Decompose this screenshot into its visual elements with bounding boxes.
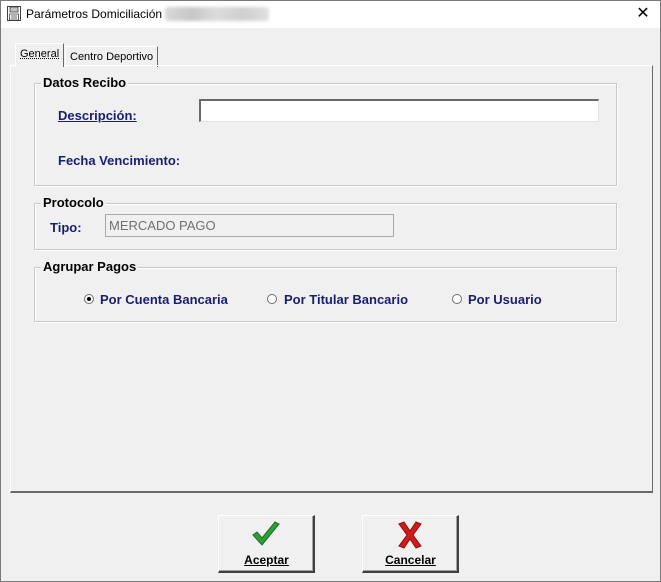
descripcion-input[interactable]	[199, 99, 599, 122]
radio-por-usuario-label[interactable]: Por Usuario	[468, 292, 542, 307]
radio-por-usuario[interactable]	[452, 294, 462, 304]
close-button[interactable]: ✕	[626, 1, 660, 28]
dialog-window: Parámetros Domiciliación ✕ General Centr…	[0, 0, 661, 582]
floppy-disk-icon	[7, 6, 21, 21]
radio-por-titular-bancario-label[interactable]: Por Titular Bancario	[284, 292, 408, 307]
radio-por-titular-bancario[interactable]	[267, 294, 277, 304]
tipo-field: MERCADO PAGO	[105, 214, 394, 237]
tab-general-label: General	[20, 48, 60, 60]
aceptar-button[interactable]: Aceptar	[218, 515, 315, 573]
title-bar: Parámetros Domiciliación ✕	[1, 1, 660, 28]
aceptar-label: Aceptar	[244, 553, 289, 567]
radio-por-cuenta-bancaria-label[interactable]: Por Cuenta Bancaria	[100, 292, 228, 307]
cancelar-label: Cancelar	[385, 553, 436, 567]
redacted-title-suffix	[165, 7, 269, 21]
group-datos-recibo-title: Datos Recibo	[41, 75, 129, 90]
green-checkmark-icon	[252, 521, 280, 546]
descripcion-label: Descripción:	[58, 108, 137, 123]
group-protocolo-title: Protocolo	[41, 195, 106, 210]
cancelar-button[interactable]: Cancelar	[362, 515, 459, 573]
tab-centro-deportivo[interactable]: Centro Deportivo	[65, 46, 159, 67]
close-icon: ✕	[636, 5, 650, 22]
window-title: Parámetros Domiciliación	[26, 7, 163, 21]
tab-general[interactable]: General	[15, 43, 65, 67]
fecha-vencimiento-label: Fecha Vencimiento:	[58, 153, 181, 168]
red-x-icon	[398, 521, 422, 549]
tipo-label: Tipo:	[50, 220, 82, 235]
tab-centro-deportivo-label: Centro Deportivo	[70, 51, 154, 63]
group-agrupar-pagos-title: Agrupar Pagos	[41, 259, 139, 274]
radio-por-cuenta-bancaria[interactable]	[84, 294, 94, 304]
